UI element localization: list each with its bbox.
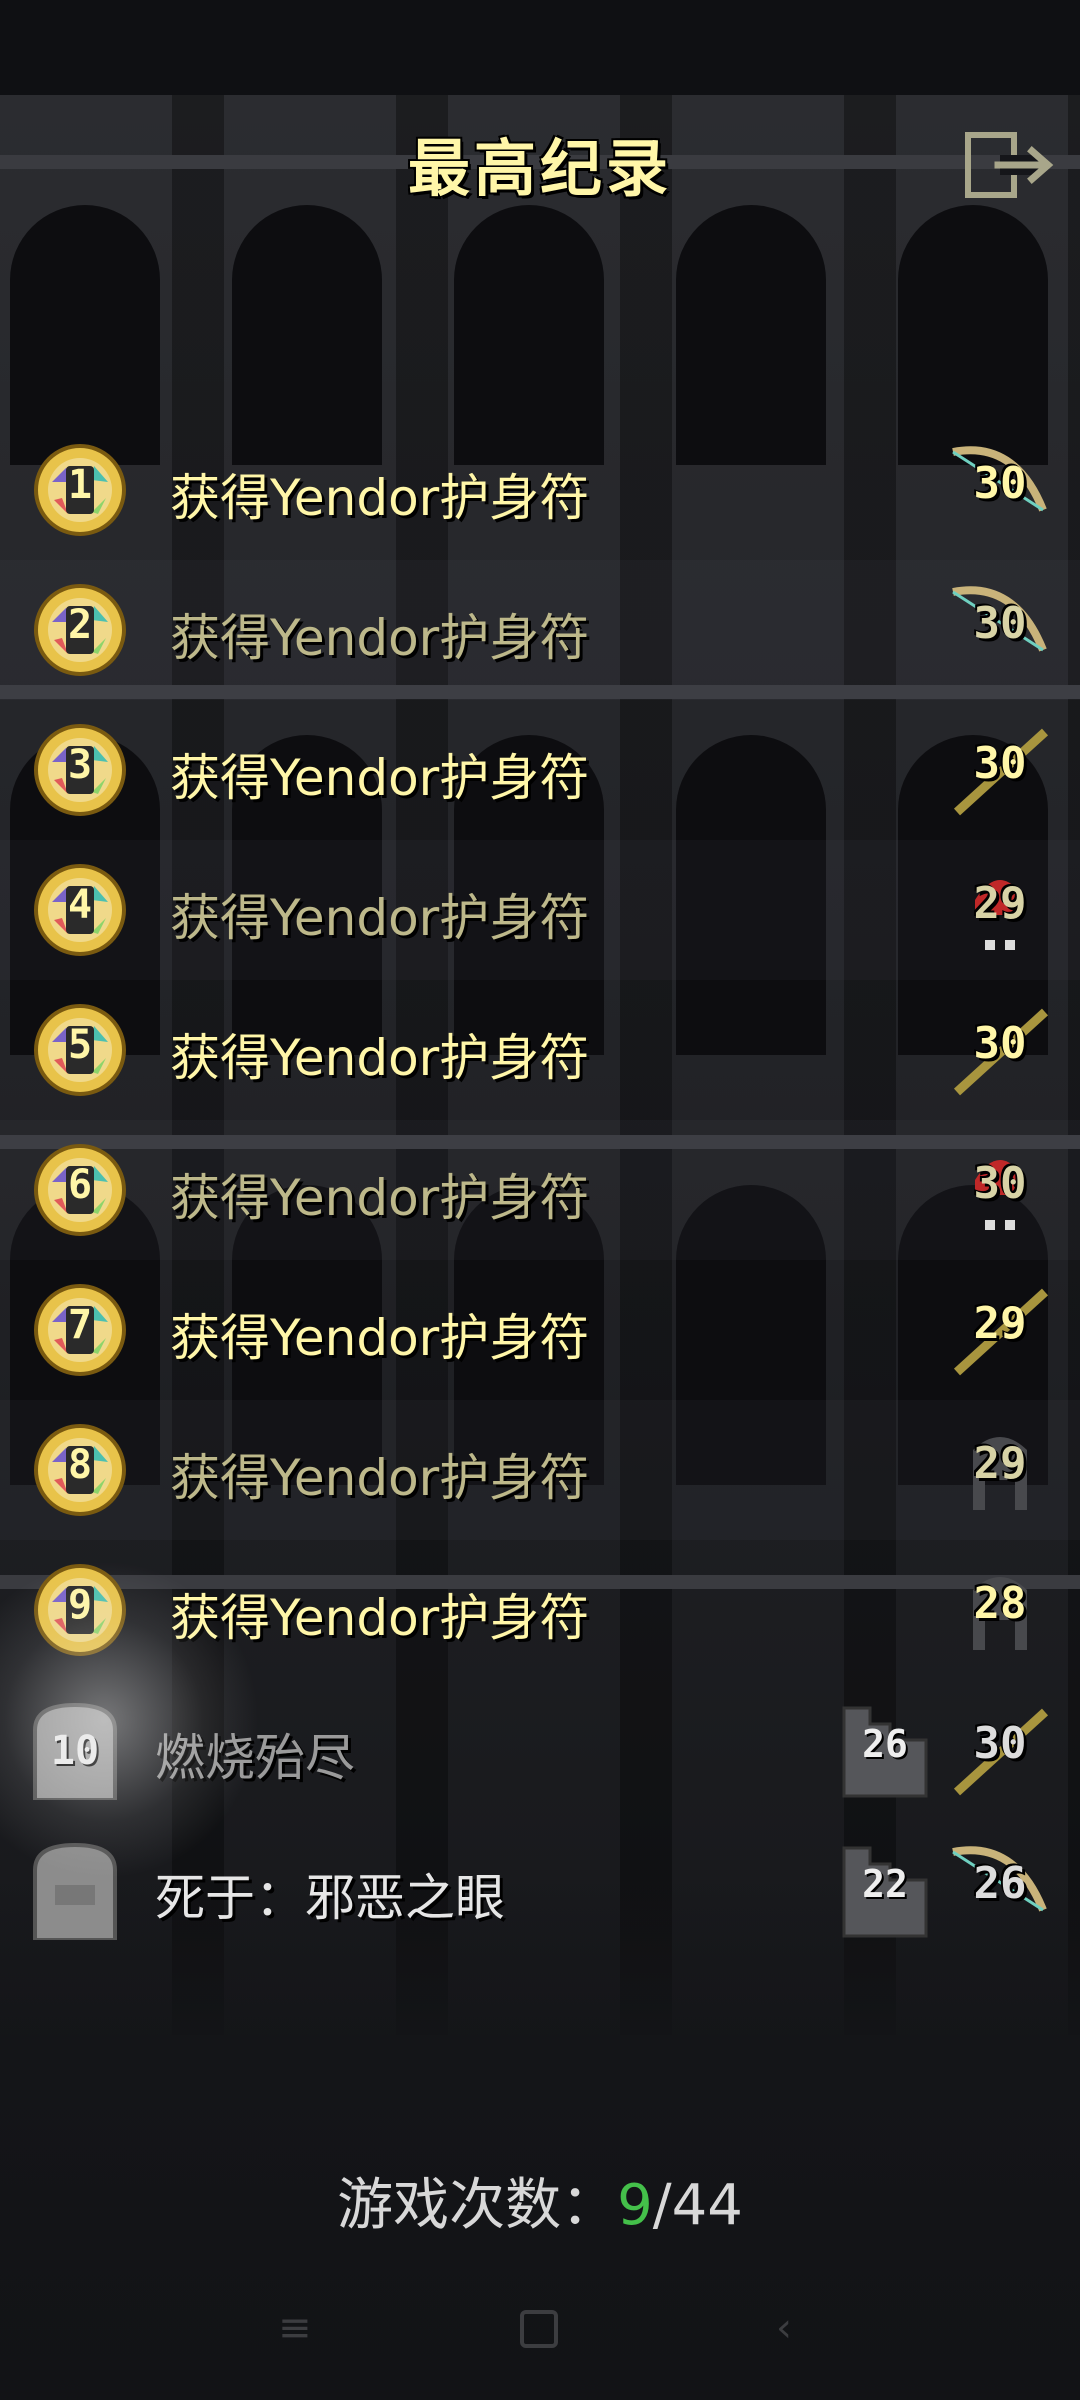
rank-number: 6 [67,1162,93,1208]
rank-number: 5 [67,1022,93,1068]
record-description: 获得Yendor护身符 [170,1309,590,1367]
games-total-count: 44 [671,2173,743,2238]
hero-level-value: 30 [973,1018,1027,1069]
rank-number: 8 [67,1442,93,1488]
games-played-label: 游戏次数： [337,2173,618,2238]
max-depth-value: 26 [862,1722,908,1766]
record-row[interactable]: 4 获得Yendor护身符 29 [0,840,1080,980]
hero-level-value: 29 [973,1298,1027,1349]
record-row[interactable]: 6 获得Yendor护身符 30 [0,1120,1080,1260]
status-bar [0,0,1080,95]
record-row[interactable]: 2 获得Yendor护身符 30 [0,560,1080,700]
home-nav-icon[interactable] [520,2310,558,2348]
record-description: 获得Yendor护身符 [170,469,590,527]
record-row[interactable]: 7 获得Yendor护身符 29 [0,1260,1080,1400]
rank-highlight-glow [0,1560,260,1880]
games-separator: / [652,2173,672,2238]
record-row[interactable]: 8 获得Yendor护身符 29 [0,1400,1080,1540]
record-description: 获得Yendor护身符 [170,1449,590,1507]
hero-level-value: 29 [973,1438,1027,1489]
games-won-count: 9 [617,2173,653,2238]
record-description: 获得Yendor护身符 [170,889,590,947]
hero-level-value: 29 [973,878,1027,929]
hero-level-value: 26 [973,1858,1027,1909]
record-description: 获得Yendor护身符 [170,609,590,667]
record-description: 获得Yendor护身符 [170,749,590,807]
page-title: 最高纪录 [407,132,672,205]
back-nav-icon[interactable]: ‹ [776,2305,792,2365]
record-row[interactable]: 1 获得Yendor护身符 30 [0,420,1080,560]
menu-nav-icon[interactable]: ≡ [278,2305,312,2365]
rank-number: 1 [67,462,93,508]
rank-number: 7 [67,1302,93,1348]
record-row[interactable]: 3 获得Yendor护身符 30 [0,700,1080,840]
hero-level-value: 30 [973,738,1027,789]
exit-icon[interactable] [960,125,1060,205]
record-row[interactable]: 5 获得Yendor护身符 30 [0,980,1080,1120]
hero-level-value: 28 [973,1578,1027,1629]
rank-number: 4 [67,882,93,928]
games-played: 游戏次数：9/44 [0,2160,1080,2241]
record-description: 获得Yendor护身符 [170,1029,590,1087]
rank-number: 2 [67,602,93,648]
max-depth-value: 22 [862,1862,908,1906]
hero-level-value: 30 [973,458,1027,509]
hero-level-value: 30 [973,1718,1027,1769]
record-description: 获得Yendor护身符 [170,1169,590,1227]
rank-number: 3 [67,742,93,788]
hero-level-value: 30 [973,1158,1027,1209]
hero-level-value: 30 [973,598,1027,649]
